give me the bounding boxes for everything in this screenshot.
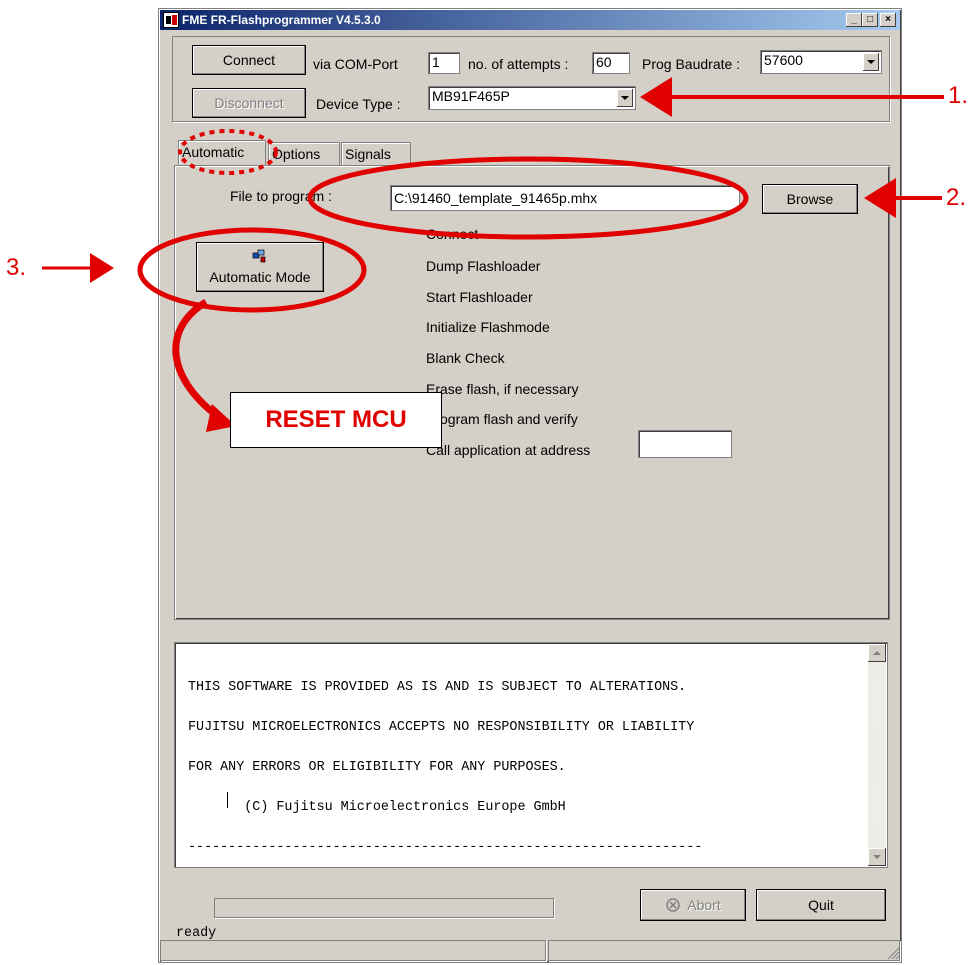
annotation-marker-1: 1. [948,82,969,109]
reset-mcu-callout: RESET MCU [230,392,442,448]
annotation-layer [42,77,944,432]
annotation-dotted-ring [178,129,278,175]
annotation-marker-3: 3. [6,254,27,281]
annotation-ring-auto [137,227,367,313]
annotation-marker-2: 2. [946,184,967,211]
annotation-curve-arrow [172,299,223,421]
annotation-ring-file [307,156,749,240]
